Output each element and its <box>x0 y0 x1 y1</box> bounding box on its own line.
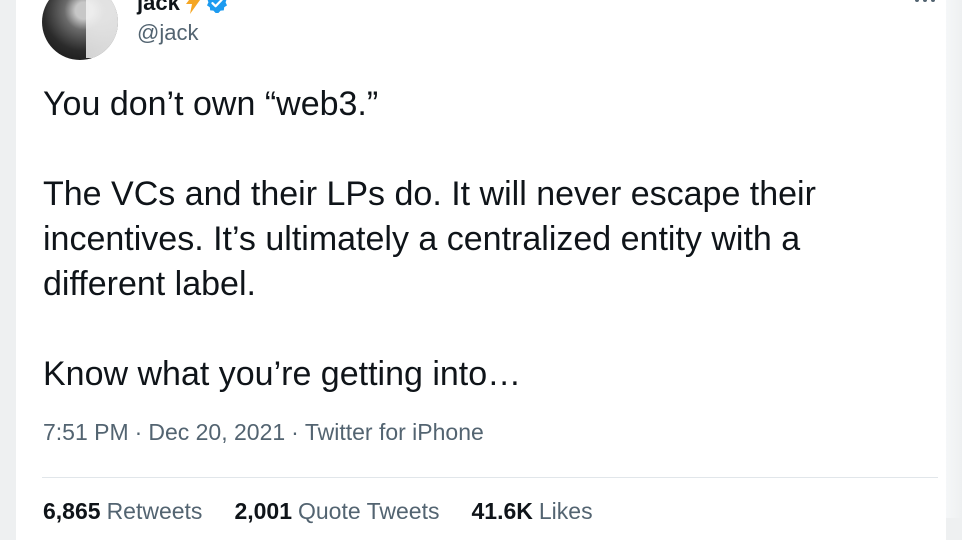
meta-separator: · <box>291 419 299 445</box>
author-name-row: jack <box>137 0 228 18</box>
quote-tweets-label: Quote Tweets <box>298 498 440 524</box>
tweet-meta: 7:51 PM · Dec 20, 2021 · Twitter for iPh… <box>43 419 484 446</box>
likes-label: Likes <box>538 498 593 524</box>
retweets-label: Retweets <box>106 498 203 524</box>
tweet-paragraph-3: Know what you’re getting into… <box>43 355 522 393</box>
retweets-count: 6,865 <box>43 498 101 524</box>
quote-tweets-count: 2,001 <box>234 498 292 524</box>
likes-stat[interactable]: 41.6K Likes <box>472 498 593 525</box>
dot-icon <box>915 0 919 2</box>
more-options-icon[interactable] <box>910 0 940 10</box>
verified-badge-icon <box>206 0 227 13</box>
quote-tweets-stat[interactable]: 2,001 Quote Tweets <box>234 498 439 525</box>
lightning-bolt-icon <box>185 0 200 14</box>
meta-separator: · <box>134 419 143 445</box>
tweet-source[interactable]: Twitter for iPhone <box>305 419 484 446</box>
tweet-date[interactable]: Dec 20, 2021 <box>148 419 285 446</box>
likes-count: 41.6K <box>471 498 533 524</box>
dot-icon <box>931 0 935 2</box>
page-background-edge <box>946 0 962 518</box>
tweet-text: You don’t own “web3.” The VCs and their … <box>43 82 923 397</box>
tweet-time[interactable]: 7:51 PM <box>43 419 129 446</box>
tweet-paragraph-2: The VCs and their LPs do. It will never … <box>43 175 816 303</box>
author-name[interactable]: jack <box>137 0 180 16</box>
tweet-paragraph-1: You don’t own “web3.” <box>43 85 379 123</box>
dot-icon <box>923 0 927 2</box>
author-handle[interactable]: @jack <box>137 20 198 46</box>
retweets-stat[interactable]: 6,865 Retweets <box>43 498 202 525</box>
divider <box>42 477 938 478</box>
tweet-stats: 6,865 Retweets 2,001 Quote Tweets 41.6K Lik… <box>43 498 593 525</box>
